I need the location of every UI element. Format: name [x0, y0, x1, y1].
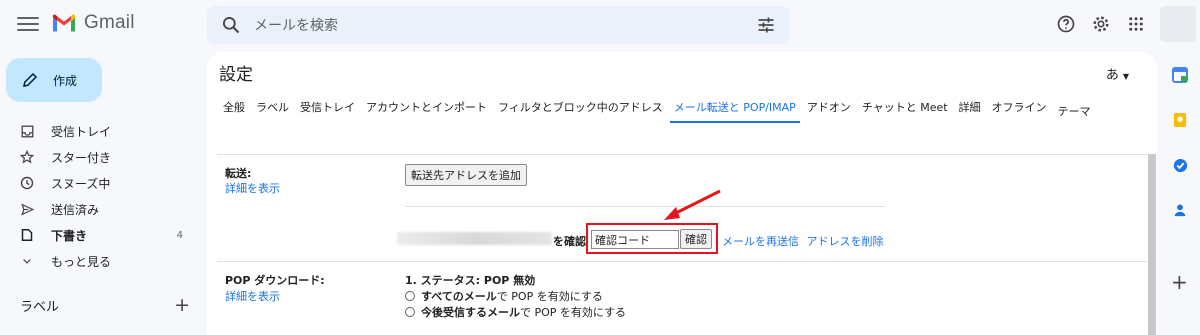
pop-option-all[interactable]: すべてのメール で POP を有効にする — [405, 288, 603, 304]
brand-name: Gmail — [84, 12, 135, 33]
tab-addons[interactable]: アドオン — [803, 94, 855, 123]
sidebar-nav: 受信トレイ スター付き スヌーズ中 送信済み 下書き 4 もっと見る — [0, 118, 196, 274]
caret-down-icon: ▼ — [1122, 72, 1129, 81]
pop-option-bold: 今後受信するメール — [421, 306, 520, 319]
pop-option-text: で POP を有効にする — [520, 306, 627, 319]
blurred-email-address — [397, 232, 552, 245]
tabs-divider — [217, 154, 1147, 155]
clock-icon — [20, 176, 34, 190]
pop-option-bold: すべてのメール — [421, 290, 497, 303]
sidebar-item-drafts[interactable]: 下書き 4 — [0, 222, 196, 248]
tab-labels[interactable]: ラベル — [252, 94, 293, 123]
contacts-icon[interactable] — [1172, 202, 1188, 218]
tab-filters[interactable]: フィルタとブロック中のアドレス — [494, 94, 667, 123]
sidebar-item-more[interactable]: もっと見る — [0, 248, 196, 274]
labels-heading: ラベル — [20, 299, 60, 315]
gmail-logo-icon — [53, 14, 75, 31]
tab-inbox[interactable]: 受信トレイ — [296, 94, 359, 123]
labels-section-header: ラベル + — [20, 294, 190, 316]
tasks-icon[interactable] — [1172, 157, 1188, 173]
resend-email-link[interactable]: メールを再送信 — [722, 235, 799, 248]
account-avatar[interactable] — [1160, 6, 1196, 42]
red-arrow-icon — [664, 189, 721, 220]
add-label-button[interactable]: + — [174, 294, 190, 316]
input-tool-label: あ — [1105, 68, 1119, 83]
tab-themes[interactable]: テーマ — [1054, 98, 1095, 127]
main-menu-button[interactable] — [17, 14, 39, 36]
sidebar-item-snoozed[interactable]: スヌーズ中 — [0, 170, 196, 196]
get-addons-button[interactable]: + — [1171, 270, 1188, 294]
sidebar-item-starred[interactable]: スター付き — [0, 144, 196, 170]
side-panel-rail: + — [1165, 52, 1200, 335]
sidebar-item-label: スヌーズ中 — [51, 176, 111, 191]
compose-button[interactable]: 作成 — [6, 58, 102, 102]
radio-button[interactable] — [405, 291, 415, 301]
verification-code-input[interactable] — [591, 230, 679, 249]
inbox-icon — [20, 124, 34, 138]
forwarding-links: メールを再送信 アドレスを削除 — [722, 233, 884, 249]
page-title: 設定 — [219, 65, 253, 85]
tab-forwarding-pop-imap[interactable]: メール転送と POP/IMAP — [669, 94, 800, 123]
search-options-icon[interactable] — [756, 15, 776, 35]
forwarding-inner-divider — [405, 206, 885, 207]
search-bar[interactable]: メールを検索 — [207, 6, 790, 44]
compose-label: 作成 — [53, 73, 78, 88]
search-icon[interactable] — [221, 15, 241, 35]
pop-download-label: POP ダウンロード: — [225, 274, 325, 287]
confirm-prefix: を確認 — [553, 235, 586, 248]
calendar-icon[interactable] — [1172, 67, 1188, 83]
radio-button[interactable] — [405, 307, 415, 317]
delete-address-link[interactable]: アドレスを削除 — [807, 235, 884, 248]
sidebar-item-label: スター付き — [51, 150, 112, 165]
pop-details-link[interactable]: 詳細を表示 — [225, 288, 280, 304]
forwarding-label: 転送: — [225, 167, 252, 180]
send-icon — [20, 202, 34, 216]
tab-offline[interactable]: オフライン — [988, 94, 1051, 123]
input-tools-button[interactable]: あ ▼ — [1106, 64, 1129, 83]
gmail-logo[interactable]: Gmail — [52, 12, 135, 34]
sidebar-item-inbox[interactable]: 受信トレイ — [0, 118, 196, 144]
keep-icon[interactable] — [1172, 112, 1188, 128]
tab-accounts-import[interactable]: アカウントとインポート — [362, 94, 491, 123]
draft-count: 4 — [176, 229, 183, 241]
help-icon[interactable] — [1054, 12, 1078, 36]
star-icon — [20, 150, 34, 164]
sidebar-item-label: 受信トレイ — [51, 124, 112, 139]
sidebar-item-label: もっと見る — [51, 254, 112, 269]
sidebar-item-sent[interactable]: 送信済み — [0, 196, 196, 222]
tab-general[interactable]: 全般 — [219, 94, 249, 123]
pencil-icon — [23, 72, 38, 87]
pop-status: 1. ステータス: POP 無効 — [405, 274, 536, 287]
settings-panel: 設定 あ ▼ 全般 ラベル 受信トレイ アカウントとインポート フィルタとブロック… — [207, 52, 1157, 335]
pop-option-new[interactable]: 今後受信するメール で POP を有効にする — [405, 304, 626, 320]
tab-advanced[interactable]: 詳細 — [955, 94, 985, 123]
gear-icon[interactable] — [1089, 12, 1113, 36]
search-input[interactable]: メールを検索 — [254, 15, 338, 35]
section-divider — [217, 261, 1147, 262]
sidebar-item-label: 送信済み — [51, 202, 100, 217]
chevron-down-icon — [20, 254, 34, 268]
pop-option-text: で POP を有効にする — [496, 290, 603, 303]
scrollbar[interactable] — [1148, 154, 1156, 335]
verify-button[interactable]: 確認 — [680, 229, 712, 249]
forwarding-details-link[interactable]: 詳細を表示 — [225, 180, 280, 196]
sidebar-item-label: 下書き — [51, 228, 88, 243]
apps-grid-icon[interactable] — [1124, 12, 1148, 36]
add-forwarding-address-button[interactable]: 転送先アドレスを追加 — [405, 164, 527, 186]
draft-icon — [20, 228, 34, 242]
tab-chat-meet[interactable]: チャットと Meet — [858, 94, 952, 123]
settings-tabs: 全般 ラベル 受信トレイ アカウントとインポート フィルタとブロック中のアドレス… — [219, 94, 1119, 127]
